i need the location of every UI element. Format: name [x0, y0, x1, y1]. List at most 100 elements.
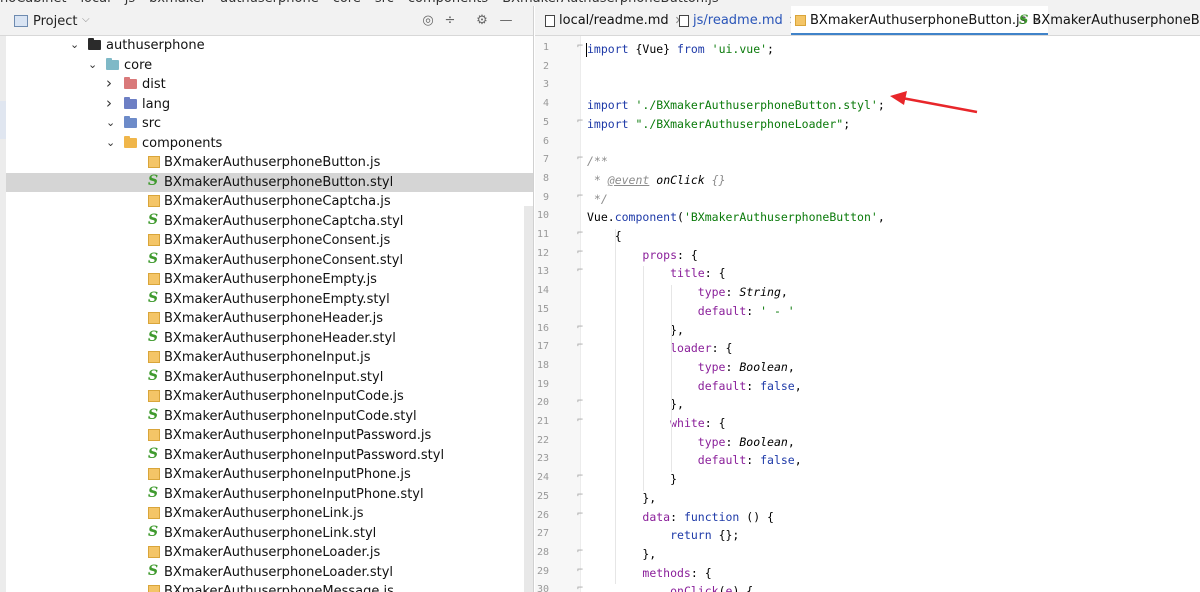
fold-marker-icon[interactable]: ⌐ — [577, 340, 583, 351]
tree-file[interactable]: SBXmakerAuthuserphoneInputPassword.styl — [6, 446, 534, 466]
line-number: 6 — [535, 136, 549, 147]
chevron-down-icon[interactable]: ⌄ — [106, 136, 118, 149]
fold-marker-icon[interactable]: ⌐ — [577, 583, 583, 592]
collapse-all-icon[interactable]: ÷ — [442, 13, 458, 29]
fold-marker-icon[interactable]: ⌐ — [577, 265, 583, 276]
code-token: import — [587, 98, 629, 112]
tree-file[interactable]: BXmakerAuthuserphoneInputCode.js — [6, 387, 534, 407]
tree-item-label: BXmakerAuthuserphoneMessage.js — [164, 584, 394, 592]
editor-tab[interactable]: js/readme.md✕ — [675, 6, 804, 36]
fold-marker-icon[interactable]: ⌐ — [577, 247, 583, 258]
tree-file[interactable]: BXmakerAuthuserphoneInput.js — [6, 348, 534, 368]
code-token: , — [781, 285, 788, 299]
chevron-right-icon[interactable]: › — [106, 94, 118, 112]
chevron-down-icon[interactable]: ⌄ — [88, 58, 100, 71]
code-token: type — [698, 360, 726, 374]
tree-file[interactable]: BXmakerAuthuserphoneEmpty.js — [6, 270, 534, 290]
tree-folder-lang[interactable]: › lang — [6, 95, 534, 115]
tree-file[interactable]: BXmakerAuthuserphoneInputPassword.js — [6, 426, 534, 446]
tree-file[interactable]: BXmakerAuthuserphoneLoader.js — [6, 543, 534, 563]
tree-file[interactable]: BXmakerAuthuserphoneCaptcha.js — [6, 192, 534, 212]
code-line: }, — [587, 397, 684, 411]
code-line: }, — [587, 323, 684, 337]
tree-file[interactable]: BXmakerAuthuserphoneInputPhone.js — [6, 465, 534, 485]
code-token: component — [615, 210, 677, 224]
code-token — [587, 341, 670, 355]
fold-marker-icon[interactable]: ⌐ — [577, 565, 583, 576]
fold-marker-icon[interactable]: ⌐ — [577, 415, 583, 426]
code-token: type — [698, 285, 726, 299]
line-number: 23 — [535, 453, 549, 464]
editor-tab[interactable]: local/readme.md✕ — [541, 6, 690, 36]
chevron-right-icon[interactable]: › — [106, 74, 118, 92]
fold-marker-icon[interactable]: ⌐ — [577, 191, 583, 202]
line-number: 8 — [535, 173, 549, 184]
line-number: 2 — [535, 61, 549, 72]
tree-item-label: BXmakerAuthuserphoneConsent.js — [164, 233, 390, 248]
tree-file[interactable]: SBXmakerAuthuserphoneConsent.styl — [6, 251, 534, 271]
code-token: @event — [608, 173, 650, 187]
code-line: white: { — [587, 416, 726, 430]
tree-folder-dist[interactable]: ›dist — [6, 75, 534, 95]
project-panel-title[interactable]: Project — [33, 14, 77, 29]
tree-file[interactable]: BXmakerAuthuserphoneHeader.js — [6, 309, 534, 329]
code-line: methods: { — [587, 566, 712, 580]
code-token — [587, 528, 670, 542]
tree-item-label: BXmakerAuthuserphoneLink.js — [164, 506, 364, 521]
project-scrollbar[interactable] — [524, 206, 533, 592]
tree-file[interactable]: SBXmakerAuthuserphoneButton.styl — [6, 173, 534, 193]
tree-folder-src[interactable]: ⌄src — [6, 114, 534, 134]
tree-file[interactable]: BXmakerAuthuserphoneMessage.js — [6, 582, 534, 592]
tree-file[interactable]: SBXmakerAuthuserphoneEmpty.styl — [6, 290, 534, 310]
code-line: /** — [587, 154, 608, 168]
fold-marker-icon[interactable]: ⌐ — [577, 116, 583, 127]
tree-file[interactable]: BXmakerAuthuserphoneLink.js — [6, 504, 534, 524]
editor-tab[interactable]: BXmakerAuthuserphoneButton.js✕ — [791, 6, 1048, 36]
code-token: /** — [587, 154, 608, 168]
code-token: "./BXmakerAuthuserphoneLoader" — [635, 117, 843, 131]
tree-file[interactable]: SBXmakerAuthuserphoneInputCode.styl — [6, 407, 534, 427]
tree-folder-authuserphone[interactable]: ⌄authuserphone — [6, 36, 534, 56]
tree-folder-core[interactable]: ⌄core — [6, 56, 534, 76]
tree-file[interactable]: SBXmakerAuthuserphoneInputPhone.styl — [6, 485, 534, 505]
tree-file[interactable]: SBXmakerAuthuserphoneInput.styl — [6, 368, 534, 388]
fold-marker-icon[interactable]: ⌐ — [577, 546, 583, 557]
tree-file[interactable]: SBXmakerAuthuserphoneHeader.styl — [6, 329, 534, 349]
line-number: 17 — [535, 341, 549, 352]
code-token: Boolean — [739, 360, 787, 374]
gear-icon[interactable]: ⚙ — [474, 13, 490, 29]
line-number: 21 — [535, 416, 549, 427]
fold-marker-icon[interactable]: ⌐ — [577, 228, 583, 239]
javascript-file-icon — [148, 429, 160, 441]
tree-file[interactable]: SBXmakerAuthuserphoneLink.styl — [6, 524, 534, 544]
minimize-icon[interactable]: — — [498, 13, 514, 29]
tree-file[interactable]: SBXmakerAuthuserphoneLoader.styl — [6, 563, 534, 583]
fold-marker-icon[interactable]: ⌐ — [577, 153, 583, 164]
stylus-file-icon: S — [148, 525, 160, 539]
editor-tab[interactable]: SBXmakerAuthuserphoneButto — [1015, 6, 1200, 36]
fold-marker-icon[interactable]: ⌐ — [577, 396, 583, 407]
tree-item-label: BXmakerAuthuserphoneInputPassword.styl — [164, 448, 444, 463]
folder-icon — [124, 138, 137, 148]
tree-folder-components[interactable]: ⌄components — [6, 134, 534, 154]
line-number: 14 — [535, 285, 549, 296]
fold-marker-icon[interactable]: ⌐ — [577, 490, 583, 501]
tree-file[interactable]: BXmakerAuthuserphoneConsent.js — [6, 231, 534, 251]
tree-file[interactable]: BXmakerAuthuserphoneButton.js — [6, 153, 534, 173]
locate-icon[interactable]: ◎ — [420, 13, 436, 29]
line-number: 1 — [535, 42, 549, 53]
fold-marker-icon[interactable]: ⌐ — [577, 41, 583, 52]
tree-item-label: BXmakerAuthuserphoneCaptcha.styl — [164, 214, 403, 229]
tree-file[interactable]: SBXmakerAuthuserphoneCaptcha.styl — [6, 212, 534, 232]
code-token — [705, 42, 712, 56]
code-token: {Vue} — [629, 42, 677, 56]
chevron-down-icon[interactable]: ⌄ — [106, 116, 118, 129]
chevron-down-icon[interactable]: ⌵ — [82, 14, 90, 25]
fold-marker-icon[interactable]: ⌐ — [577, 509, 583, 520]
code-token: : — [746, 453, 760, 467]
fold-marker-icon[interactable]: ⌐ — [577, 471, 583, 482]
code-token: 'ui.vue' — [712, 42, 767, 56]
fold-marker-icon[interactable]: ⌐ — [577, 322, 583, 333]
tree-item-label: lang — [142, 97, 170, 112]
chevron-down-icon[interactable]: ⌄ — [70, 38, 82, 51]
